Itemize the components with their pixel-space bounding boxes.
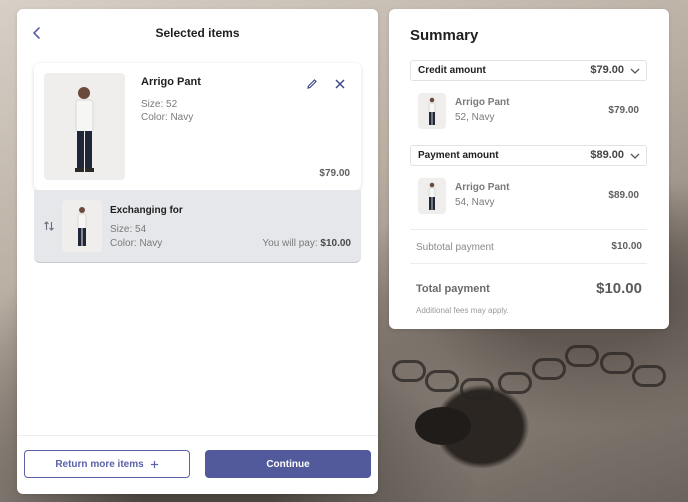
exchange-title: Exchanging for — [110, 205, 183, 216]
item-size: Size: 52 — [141, 99, 178, 110]
payment-amount-toggle[interactable]: Payment amount $89.00 — [410, 145, 647, 166]
credit-amount-toggle[interactable]: Credit amount $79.00 — [410, 60, 647, 81]
selected-items-panel: Selected items Arrigo Pant Size: 52 Colo… — [17, 9, 378, 494]
original-item-card: Arrigo Pant Size: 52 Color: Navy $79.00 — [34, 63, 361, 190]
exchange-size: Size: 54 — [110, 224, 147, 235]
exchange-item-row: Exchanging for Size: 54 Color: Navy You … — [34, 190, 361, 263]
continue-button[interactable]: Continue — [205, 450, 371, 478]
chain-link — [425, 370, 459, 392]
credit-label: Credit amount — [418, 65, 486, 76]
credit-item-price: $79.00 — [608, 105, 639, 116]
you-will-pay: You will pay: $10.00 — [262, 238, 351, 249]
plus-icon — [150, 460, 158, 468]
subtotal-value: $10.00 — [611, 241, 642, 252]
panel-header: Selected items — [17, 9, 378, 57]
chain-link — [460, 378, 494, 400]
product-image — [418, 178, 446, 214]
summary-title: Summary — [410, 27, 479, 44]
item-price: $79.00 — [319, 168, 350, 179]
chevron-down-icon — [630, 153, 640, 159]
panel-footer: Return more items Continue — [17, 435, 378, 494]
pencil-icon[interactable] — [306, 78, 318, 90]
chevron-left-icon[interactable] — [29, 25, 45, 41]
chain-link — [392, 360, 426, 382]
credit-item-name: Arrigo Pant — [455, 97, 510, 108]
chain-link — [600, 352, 634, 374]
close-icon[interactable] — [334, 78, 346, 90]
chain-link — [532, 358, 566, 380]
divider — [410, 263, 647, 264]
return-more-items-button[interactable]: Return more items — [24, 450, 190, 478]
fees-note: Additional fees may apply. — [416, 306, 509, 315]
total-value: $10.00 — [596, 280, 642, 297]
item-color: Color: Navy — [141, 112, 194, 123]
return-more-label: Return more items — [55, 458, 144, 470]
product-image — [62, 200, 102, 252]
button-decor — [415, 407, 471, 445]
payment-item-name: Arrigo Pant — [455, 182, 510, 193]
payment-item-detail: 54, Navy — [455, 197, 495, 208]
payment-amount: $89.00 — [590, 149, 624, 161]
credit-item-detail: 52, Navy — [455, 112, 495, 123]
exchange-color: Color: Navy — [110, 238, 163, 249]
item-name: Arrigo Pant — [141, 76, 201, 88]
chain-link — [632, 365, 666, 387]
panel-title: Selected items — [155, 26, 240, 40]
product-image — [418, 93, 446, 129]
credit-amount: $79.00 — [590, 64, 624, 76]
summary-panel: Summary Credit amount $79.00 Arrigo Pant… — [389, 9, 669, 329]
product-image — [44, 73, 125, 180]
chevron-down-icon — [630, 68, 640, 74]
chain-link — [498, 372, 532, 394]
swap-vertical-icon — [44, 221, 54, 231]
subtotal-label: Subtotal payment — [416, 242, 494, 253]
total-label: Total payment — [416, 283, 490, 295]
divider — [410, 229, 647, 230]
chain-link — [565, 345, 599, 367]
payment-item-price: $89.00 — [608, 190, 639, 201]
payment-label: Payment amount — [418, 150, 499, 161]
